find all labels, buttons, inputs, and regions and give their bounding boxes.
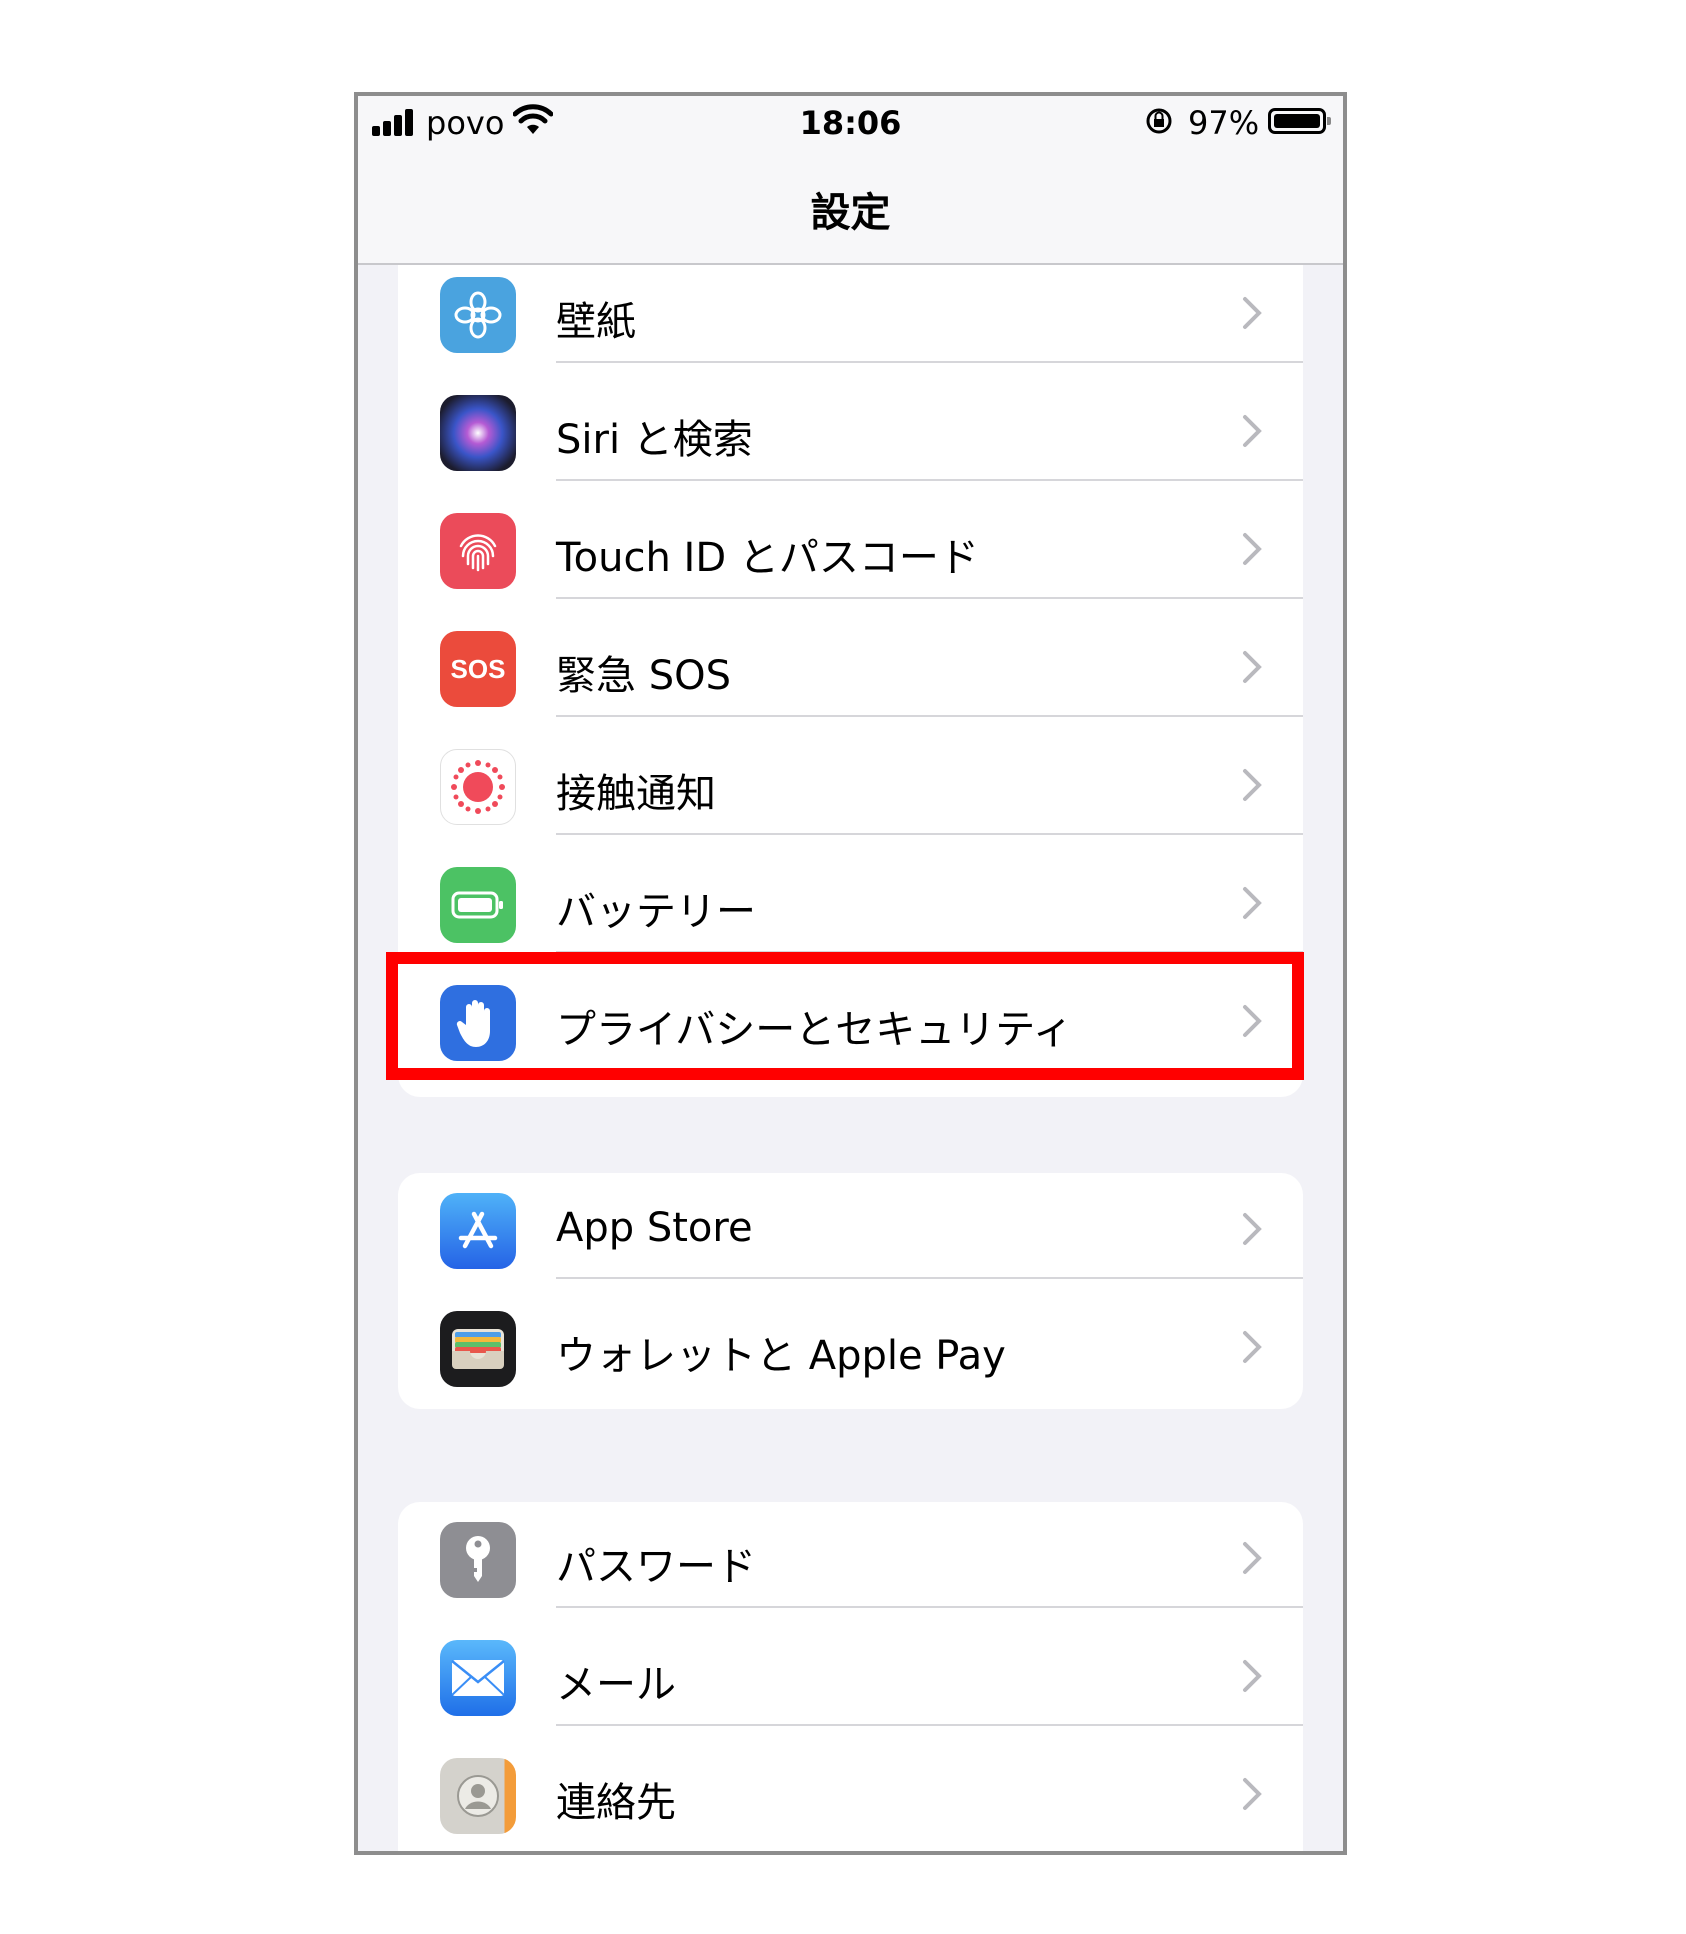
row-separator [556, 1724, 1303, 1726]
chevron-right-icon [1243, 1660, 1262, 1692]
settings-row-wallpaper[interactable]: 壁紙 [398, 267, 1303, 385]
row-label: パスワード [556, 1544, 756, 1590]
row-label: バッテリー [556, 889, 756, 935]
row-label: 接触通知 [556, 771, 716, 817]
chevron-right-icon [1243, 887, 1262, 919]
contacts-icon [440, 1758, 516, 1834]
key-icon [440, 1522, 516, 1598]
status-bar: povo 18:06 97% [358, 96, 1343, 156]
row-label: ウォレットと Apple Pay [556, 1333, 1006, 1379]
settings-row-passwords[interactable]: パスワード [398, 1512, 1303, 1630]
row-label: 壁紙 [556, 299, 636, 345]
fingerprint-icon [440, 513, 516, 589]
row-label: App Store [556, 1205, 753, 1251]
chevron-right-icon [1243, 1542, 1262, 1574]
orientation-lock-icon [1146, 108, 1172, 134]
row-separator [556, 715, 1303, 717]
row-separator [556, 1606, 1303, 1608]
wallet-icon [440, 1311, 516, 1387]
row-separator [556, 833, 1303, 835]
settings-row-contacts[interactable]: 連絡先 [398, 1748, 1303, 1851]
row-separator [556, 361, 1303, 363]
row-label: 緊急 SOS [556, 653, 731, 699]
highlight-box [386, 952, 1304, 1080]
battery-status-icon [1268, 108, 1331, 134]
settings-group-2: App Store ウォレットと Apple Pay [398, 1173, 1303, 1409]
chevron-right-icon [1243, 1213, 1262, 1245]
sos-icon: SOS [440, 631, 516, 707]
navigation-header: povo 18:06 97% 設定 [358, 96, 1343, 265]
chevron-right-icon [1243, 297, 1262, 329]
settings-row-mail[interactable]: メール [398, 1630, 1303, 1748]
settings-row-touch-id[interactable]: Touch ID とパスコード [398, 503, 1303, 621]
row-separator [556, 1277, 1303, 1279]
chevron-right-icon [1243, 1331, 1262, 1363]
settings-row-siri[interactable]: Siri と検索 [398, 385, 1303, 503]
settings-group-3: パスワード メール 連絡先 [398, 1502, 1303, 1851]
battery-percentage: 97% [1188, 104, 1260, 142]
chevron-right-icon [1243, 415, 1262, 447]
row-separator [556, 597, 1303, 599]
settings-row-emergency-sos[interactable]: SOS 緊急 SOS [398, 621, 1303, 739]
row-label: Touch ID とパスコード [556, 535, 979, 581]
row-label: メール [556, 1662, 676, 1708]
battery-icon [440, 867, 516, 943]
settings-row-app-store[interactable]: App Store [398, 1183, 1303, 1301]
page-title: 設定 [810, 190, 891, 236]
exposure-notification-icon [440, 749, 516, 825]
settings-row-wallet[interactable]: ウォレットと Apple Pay [398, 1301, 1303, 1409]
chevron-right-icon [1243, 769, 1262, 801]
settings-row-exposure-notifications[interactable]: 接触通知 [398, 739, 1303, 857]
siri-icon [440, 395, 516, 471]
row-label: Siri と検索 [556, 417, 753, 463]
chevron-right-icon [1243, 1778, 1262, 1810]
wallpaper-flower-icon [440, 277, 516, 353]
chevron-right-icon [1243, 651, 1262, 683]
row-label: 連絡先 [556, 1780, 676, 1826]
row-separator [556, 479, 1303, 481]
chevron-right-icon [1243, 533, 1262, 565]
app-store-icon [440, 1193, 516, 1269]
mail-icon [440, 1640, 516, 1716]
